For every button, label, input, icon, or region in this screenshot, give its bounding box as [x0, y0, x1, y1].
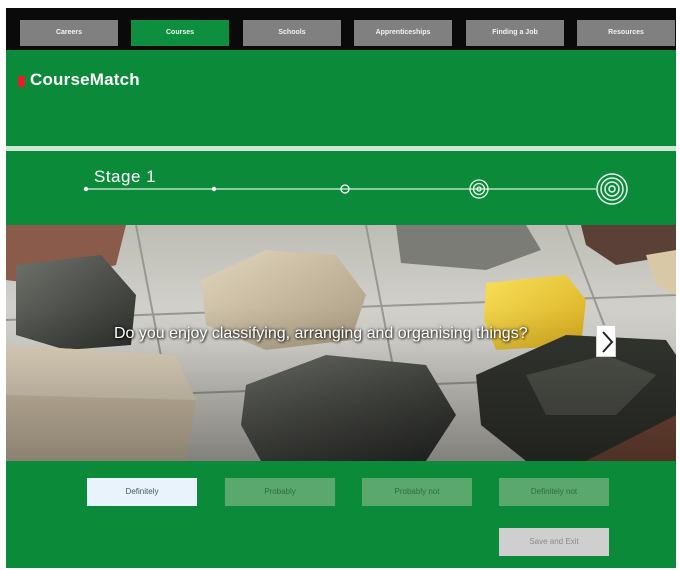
progress-step-1	[83, 186, 89, 192]
nav-finding-a-job[interactable]: Finding a Job	[466, 20, 564, 46]
progress-step-5	[596, 173, 628, 205]
chevron-right-icon	[602, 331, 614, 353]
nav-resources[interactable]: Resources	[577, 20, 675, 46]
header: CourseMatch	[6, 50, 676, 146]
next-question-button[interactable]	[596, 325, 616, 357]
nav-courses[interactable]: Courses	[131, 20, 229, 46]
nav-schools[interactable]: Schools	[243, 20, 341, 46]
logo-icon	[18, 76, 25, 87]
app-frame: Careers Courses Schools Apprenticeships …	[6, 8, 676, 568]
answer-probably-not-button[interactable]: Probably not	[362, 478, 472, 506]
app-logo[interactable]: CourseMatch	[30, 70, 140, 90]
save-and-exit-button[interactable]: Save and Exit	[499, 528, 609, 556]
top-navigation: Careers Courses Schools Apprenticeships …	[6, 8, 676, 50]
nav-careers[interactable]: Careers	[20, 20, 118, 46]
answer-probably-button[interactable]: Probably	[225, 478, 335, 506]
answer-definitely-button[interactable]: Definitely	[87, 478, 197, 506]
nav-apprenticeships[interactable]: Apprenticeships	[354, 20, 452, 46]
answer-options: Definitely Probably Probably not Definit…	[6, 461, 676, 568]
progress-step-2	[211, 186, 217, 192]
stage-progress: Stage 1	[6, 151, 676, 225]
progress-track	[83, 173, 628, 205]
question-image: Do you enjoy classifying, arranging and …	[6, 225, 676, 461]
answer-definitely-not-button[interactable]: Definitely not	[499, 478, 609, 506]
question-text: Do you enjoy classifying, arranging and …	[114, 325, 528, 342]
